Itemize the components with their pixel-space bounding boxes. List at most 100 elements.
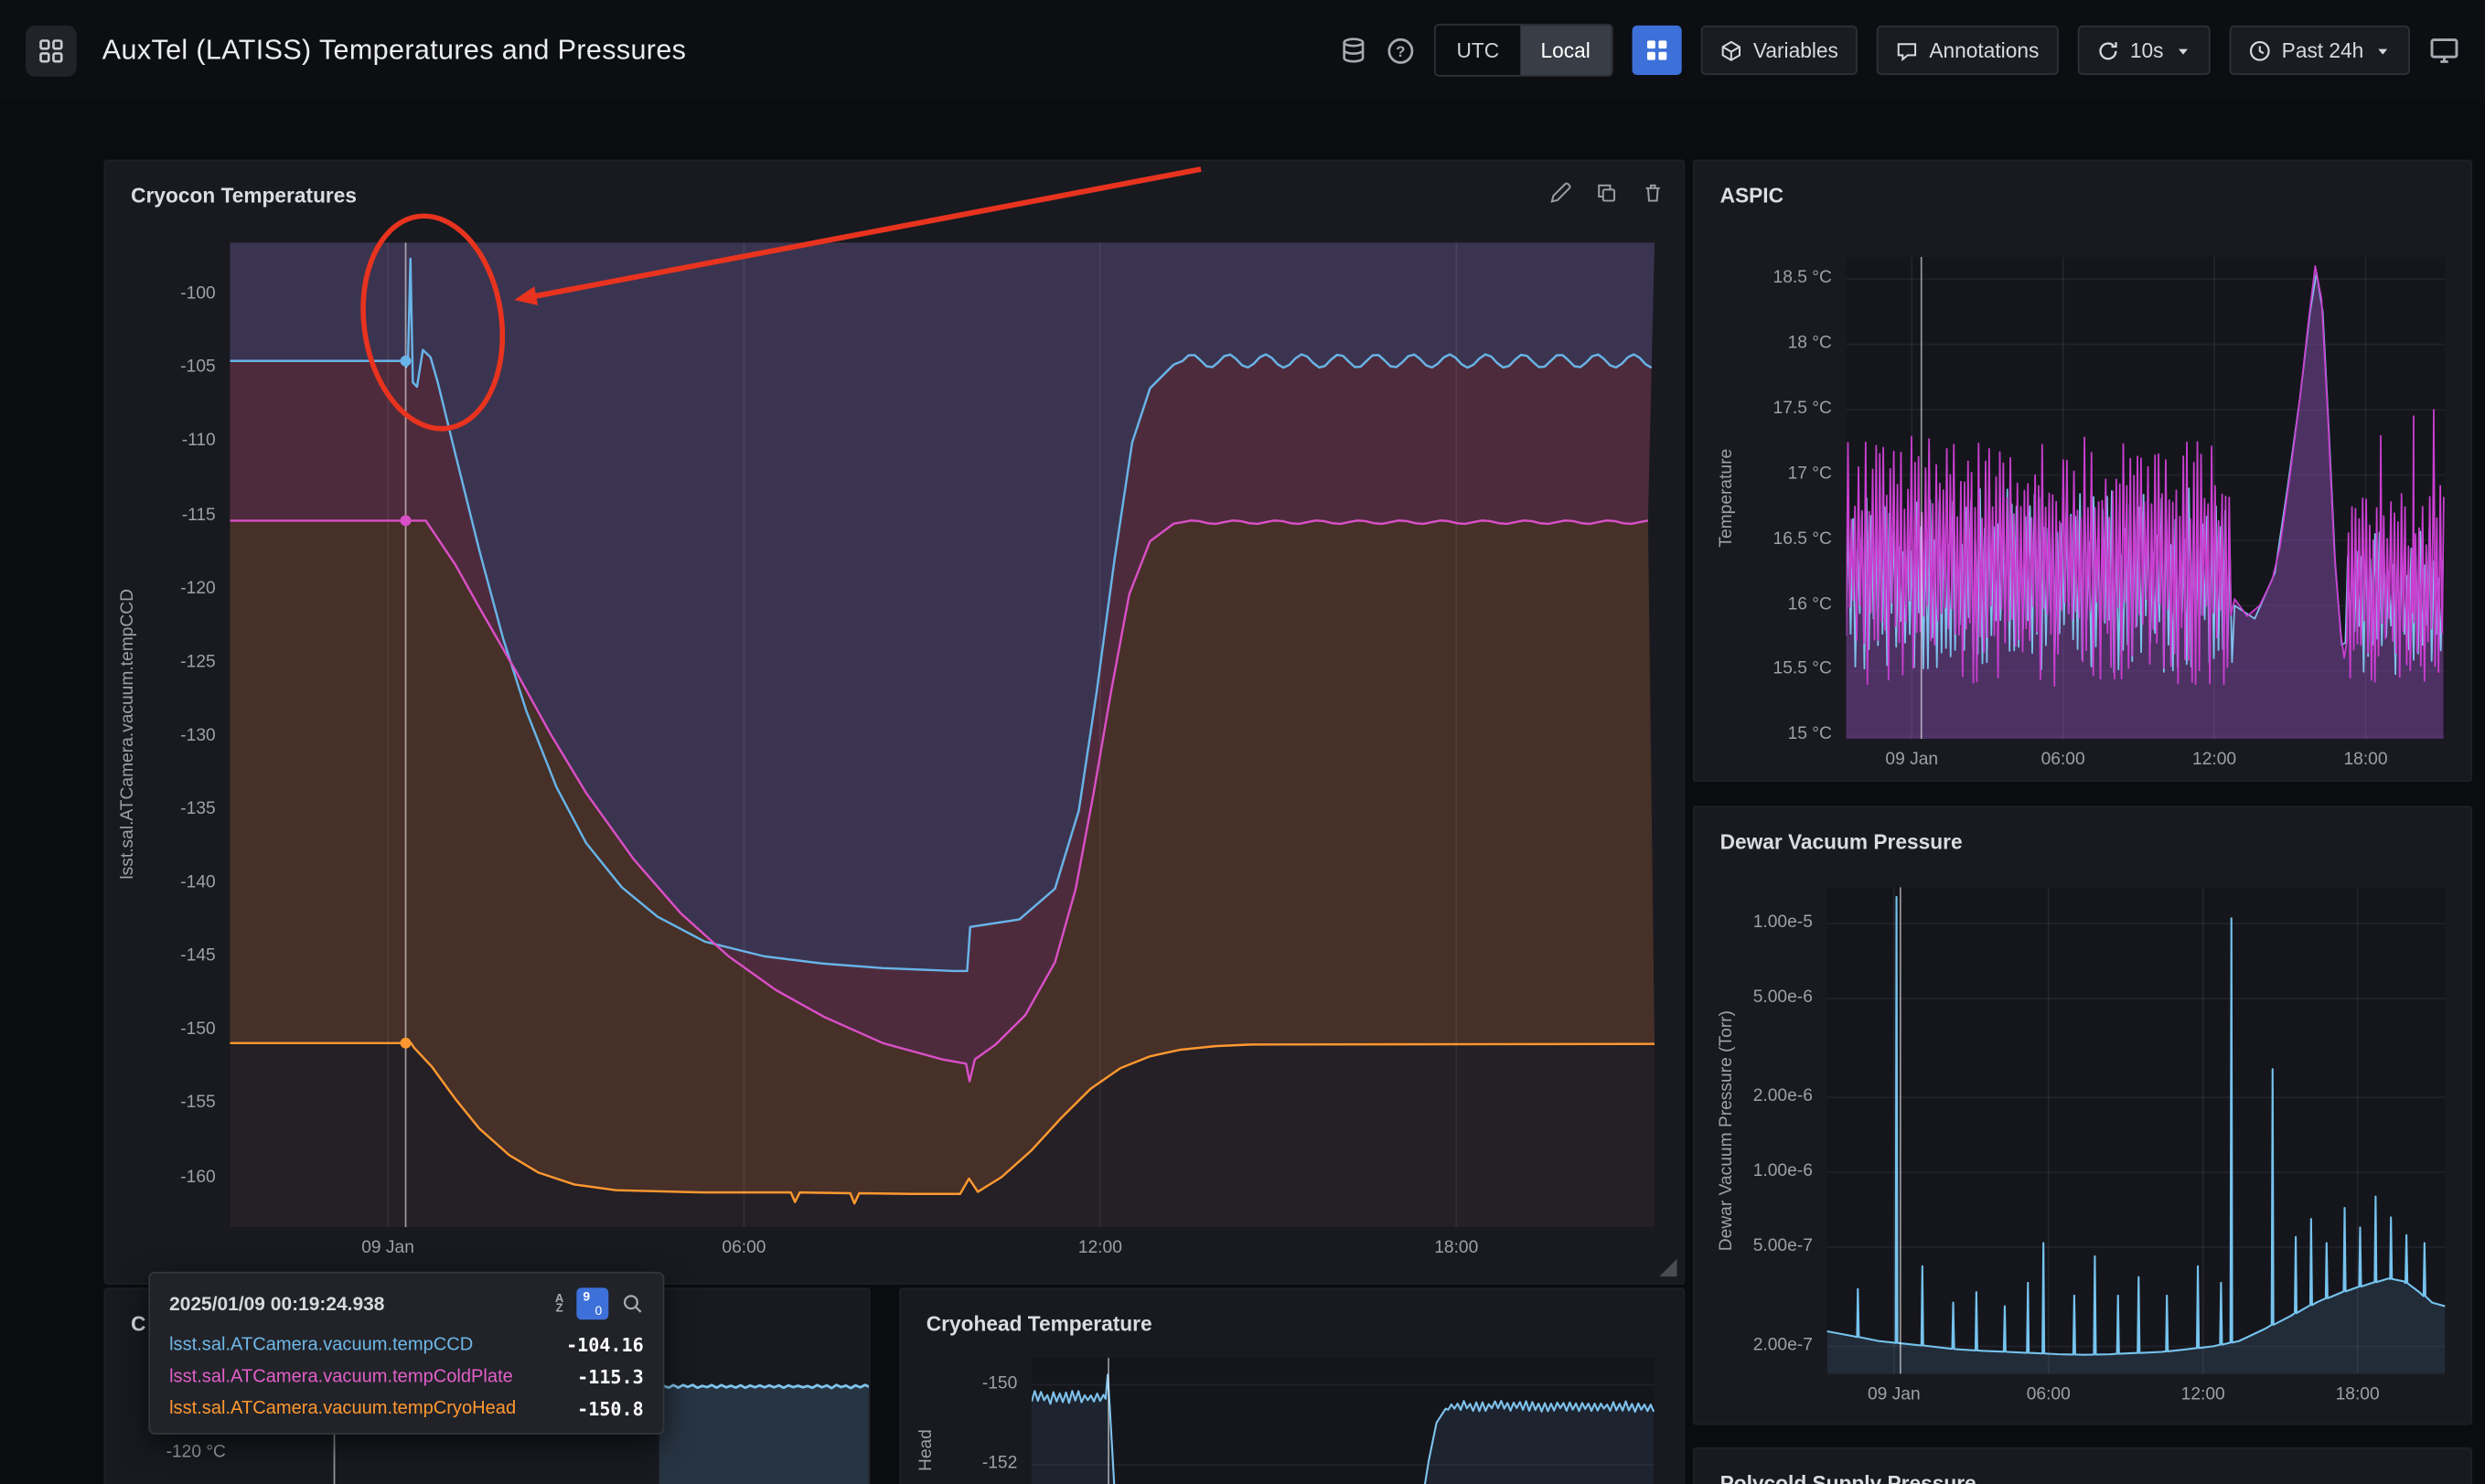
axis-tick-label: -115 [182,505,216,524]
chart-canvas [230,242,1655,1227]
time-range-button[interactable]: Past 24h [2229,26,2410,75]
axis-tick-label: 16.5 °C [1773,529,1832,549]
delete-panel-button[interactable] [1642,182,1664,204]
help-icon-button[interactable]: ? [1387,36,1415,64]
axis-tick-label: 1.00e-5 [1753,913,1813,932]
dashboard-title: AuxTel (LATISS) Temperatures and Pressur… [102,34,687,68]
pencil-icon [1549,182,1571,204]
tooltip-series-value: -150.8 [577,1394,644,1423]
add-panel-button[interactable] [1632,26,1681,75]
panel-resize-handle[interactable] [1659,1259,1676,1276]
chevron-down-icon [2175,42,2190,58]
axis-tick-label: 09 Jan [340,1238,436,1257]
y-axis-title: lsst.sal.ATCamera.vacuum.tempCCD [115,242,141,1227]
panel-cryohead-temperature: Cryohead Temperature Head -150-152 [899,1287,1685,1484]
panel-cryocon-temperatures: Cryocon Temperatures lsst.sal.ATCamera.v… [103,160,1685,1285]
series-dewar-pressure [1827,897,2446,1355]
tooltip-series-row: lsst.sal.ATCamera.vacuum.tempCryoHead-15… [150,1393,663,1425]
axis-tick-label: -110 [182,432,216,451]
panel-dewar-vacuum-pressure: Dewar Vacuum Pressure Dewar Vacuum Press… [1693,806,2472,1425]
refresh-interval-button[interactable]: 10s [2077,26,2210,75]
cursor-dot [401,1038,412,1049]
monitor-icon [2429,35,2459,65]
y-axis-title: Dewar Vacuum Pressure (Torr) [1714,887,1740,1373]
datasource-icon[interactable] [1340,37,1367,64]
timezone-utc-button[interactable]: UTC [1436,26,1520,75]
axis-tick-label: 18.5 °C [1773,268,1832,287]
dewar-chart[interactable]: 09 Jan06:0012:0018:001.00e-55.00e-62.00e… [1827,887,2446,1373]
axis-tick-label: 18:00 [2318,750,2414,769]
trash-icon [1642,182,1664,204]
axis-tick-label: -145 [180,946,215,966]
edit-panel-button[interactable] [1549,182,1571,204]
tooltip-search-button[interactable] [621,1293,643,1315]
cube-icon [1719,39,1741,61]
axis-tick-label: -160 [180,1168,215,1187]
axis-tick-label: -120 [180,579,215,598]
axis-tick-label: 06:00 [2000,1385,2096,1404]
aspic-chart[interactable]: 09 Jan06:0012:0018:0018.5 °C18 °C17.5 °C… [1847,257,2446,739]
search-icon [621,1293,643,1315]
cursor-dot [401,516,412,527]
panel-title[interactable]: ASPIC [1720,184,1783,208]
panel-grid-icon [1644,38,1668,62]
axis-tick-label: 12:00 [1052,1238,1148,1257]
series-fill [1032,1374,1654,1484]
tooltip-series-label: lsst.sal.ATCamera.vacuum.tempCCD [169,1330,566,1359]
dashboards-grid-button[interactable] [26,25,77,76]
axis-tick-label: 06:00 [2015,750,2111,769]
axis-tick-label: 2.00e-7 [1753,1335,1813,1354]
axis-tick-label: 06:00 [696,1238,792,1257]
tooltip-pin-badge[interactable]: 90 [576,1287,608,1319]
top-bar-actions: ? UTC Local Variables [1340,24,2459,77]
panel-aspic: ASPIC Temperature 09 Jan06:0012:0018:001… [1693,160,2472,783]
cryocon-chart[interactable]: 09 Jan06:0012:0018:00-100-105-110-115-12… [230,242,1655,1227]
grafana-dashboard: AuxTel (LATISS) Temperatures and Pressur… [0,0,2485,1484]
tooltip-rows: lsst.sal.ATCamera.vacuum.tempCCD-104.16l… [150,1329,663,1425]
y-axis-title: Temperature [1714,257,1740,739]
axis-tick-label: -100 [180,284,215,304]
chevron-down-icon [2375,42,2391,58]
axis-tick-label: 12:00 [2167,750,2263,769]
axis-tick-label: -135 [180,799,215,818]
cryohead-chart[interactable]: -150-152 [1032,1358,1655,1484]
tooltip-series-row: lsst.sal.ATCamera.vacuum.tempCCD-104.16 [150,1329,663,1361]
axis-tick-label: -140 [180,873,215,892]
timezone-local-button[interactable]: Local [1520,26,1612,75]
kiosk-mode-button[interactable] [2429,35,2459,65]
axis-tick-label: 17 °C [1788,464,1832,483]
series-fill [659,1385,870,1484]
copy-panel-button[interactable] [1595,182,1617,204]
panel-title[interactable]: Polycold Supply Pressure [1720,1471,1976,1484]
axis-tick-label: -125 [180,652,215,671]
variables-button[interactable]: Variables [1700,26,1858,75]
top-bar: AuxTel (LATISS) Temperatures and Pressur… [0,0,2485,101]
panel-title[interactable]: C [131,1312,145,1336]
axis-tick-label: 15.5 °C [1773,660,1832,679]
panel-title[interactable]: Cryocon Temperatures [131,184,357,208]
panel-title[interactable]: Dewar Vacuum Pressure [1720,829,1963,853]
refresh-icon [2096,39,2118,61]
axis-tick-label: 2.00e-6 [1753,1086,1813,1105]
series-fill [1827,897,2446,1374]
panel-actions [1549,182,1665,204]
y-axis-title: Head [914,1358,939,1484]
panel-title[interactable]: Cryohead Temperature [927,1312,1152,1336]
axis-tick-label: -152 [982,1454,1017,1473]
axis-tick-label: 12:00 [2155,1385,2251,1404]
tooltip-series-label: lsst.sal.ATCamera.vacuum.tempColdPlate [169,1362,577,1391]
axis-tick-label: 5.00e-7 [1753,1236,1813,1255]
axis-tick-label: 09 Jan [1846,1385,1942,1404]
tooltip-sort-button[interactable]: AZ [555,1294,563,1313]
axis-tick-label: -130 [180,726,215,745]
annotations-button[interactable]: Annotations [1877,26,2058,75]
copy-icon [1595,182,1617,204]
tooltip-timestamp: 2025/01/09 00:19:24.938 [169,1293,542,1315]
tooltip-series-value: -115.3 [577,1362,644,1391]
cursor-dot [401,356,412,367]
tooltip-header: 2025/01/09 00:19:24.938 AZ 90 [150,1274,663,1329]
apps-grid-icon [38,37,64,63]
axis-tick-label: -120 °C [166,1443,226,1462]
chart-canvas [1827,887,2446,1373]
tooltip-series-row: lsst.sal.ATCamera.vacuum.tempColdPlate-1… [150,1361,663,1393]
